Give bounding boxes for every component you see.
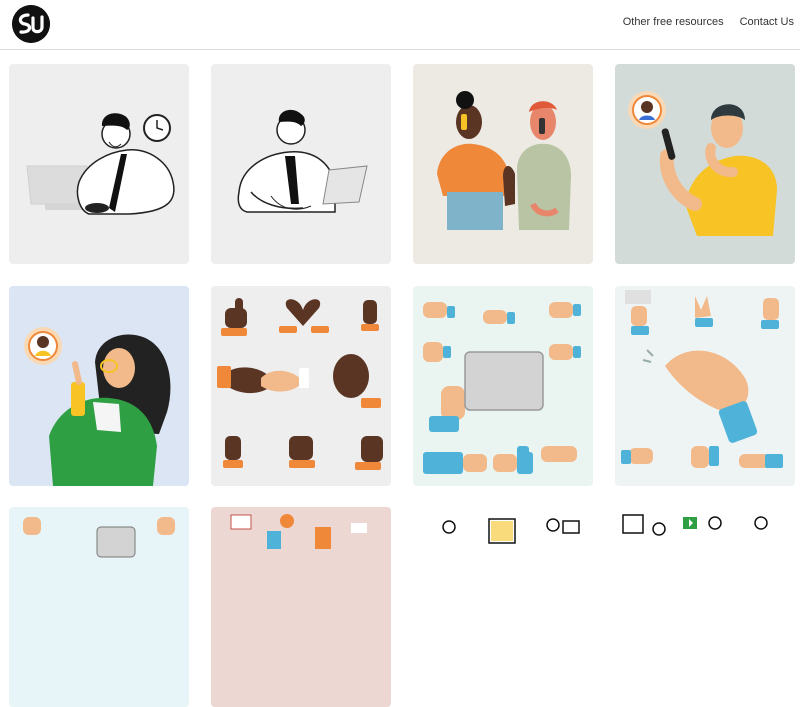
man-at-desk-illustration (9, 64, 189, 264)
man-with-laptop-illustration (211, 64, 391, 264)
gallery-card-office-team-partial[interactable] (211, 507, 391, 707)
line-people-partial-illustration (413, 507, 593, 707)
nav-contact-us[interactable]: Contact Us (740, 16, 794, 28)
gallery-card-woman-with-phone[interactable] (9, 286, 189, 486)
hands-clapping-illustration (615, 286, 795, 486)
hands-card-partial-illustration (9, 507, 189, 707)
woman-with-phone-illustration (9, 286, 189, 486)
gallery-card-line-people-partial-2[interactable] (615, 507, 795, 707)
site-logo[interactable] (12, 5, 50, 43)
gallery-card-hands-card-partial[interactable] (9, 507, 189, 707)
gallery-card-hand-gestures-dark[interactable] (211, 286, 391, 486)
nav-other-free-resources[interactable]: Other free resources (623, 16, 724, 28)
gallery-card-hands-holding-card[interactable] (413, 286, 593, 486)
man-on-phone-illustration (615, 64, 795, 264)
gallery-card-line-people-partial[interactable] (413, 507, 593, 707)
gallery-card-man-at-desk[interactable] (9, 64, 189, 264)
gallery-card-two-people-phones[interactable] (413, 64, 593, 264)
gallery-card-man-with-laptop[interactable] (211, 64, 391, 264)
line-people-partial-2-illustration (615, 507, 795, 707)
hands-holding-card-illustration (413, 286, 593, 486)
two-people-phones-illustration (413, 64, 593, 264)
gallery-card-hands-clapping[interactable] (615, 286, 795, 486)
top-nav: Other free resources Contact Us (623, 16, 794, 28)
office-team-partial-illustration (211, 507, 391, 707)
hand-gestures-dark-illustration (211, 286, 391, 486)
site-header: Other free resources Contact Us (0, 0, 800, 50)
logo-icon (12, 5, 50, 43)
gallery-card-man-on-phone[interactable] (615, 64, 795, 264)
